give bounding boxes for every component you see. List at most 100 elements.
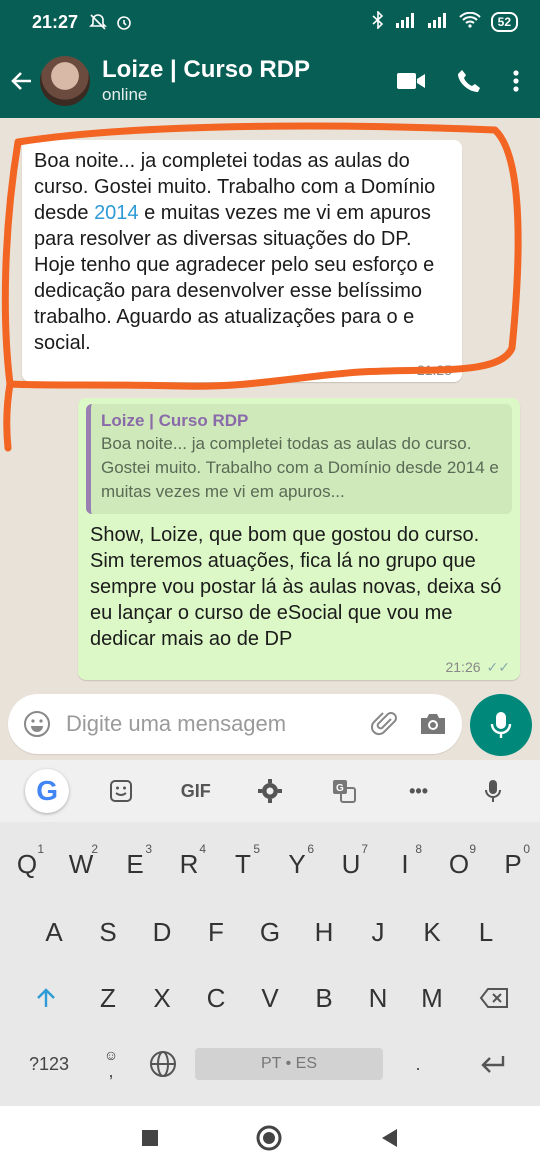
key-label: Y bbox=[288, 848, 306, 879]
chat-header: Loize | Curso RDP online bbox=[0, 44, 540, 118]
key-label: O bbox=[448, 848, 470, 879]
key-t[interactable]: T5 bbox=[216, 834, 270, 894]
voice-record-button[interactable] bbox=[470, 694, 532, 756]
key-hint: 9 bbox=[469, 842, 476, 856]
more-options-icon[interactable] bbox=[512, 69, 520, 93]
key-q[interactable]: Q1 bbox=[0, 834, 54, 894]
back-arrow-icon[interactable] bbox=[4, 63, 40, 99]
key-h[interactable]: H bbox=[297, 902, 351, 962]
outgoing-message-text: Show, Loize, que bom que gostou do curso… bbox=[90, 524, 502, 650]
key-c[interactable]: C bbox=[189, 968, 243, 1028]
key-z[interactable]: Z bbox=[81, 968, 135, 1028]
key-x[interactable]: X bbox=[135, 968, 189, 1028]
translate-icon[interactable]: G bbox=[322, 769, 366, 813]
incoming-message-text: Boa noite... ja completei todas as aulas… bbox=[34, 148, 450, 356]
quoted-sender: Loize | Curso RDP bbox=[101, 411, 249, 430]
key-b[interactable]: B bbox=[297, 968, 351, 1028]
key-m[interactable]: M bbox=[405, 968, 459, 1028]
header-actions bbox=[396, 68, 520, 94]
key-f[interactable]: F bbox=[189, 902, 243, 962]
backspace-icon bbox=[479, 988, 508, 1008]
key-label: W bbox=[68, 848, 94, 879]
chat-area[interactable]: Boa noite... ja completei todas as aulas… bbox=[0, 118, 540, 690]
key-o[interactable]: O9 bbox=[432, 834, 486, 894]
outgoing-meta: 21:26 ✓✓ bbox=[445, 659, 510, 676]
settings-gear-icon[interactable] bbox=[248, 769, 292, 813]
key-label: E bbox=[126, 848, 144, 879]
key-u[interactable]: U7 bbox=[324, 834, 378, 894]
gif-button[interactable]: GIF bbox=[174, 769, 218, 813]
microphone-icon bbox=[490, 712, 512, 738]
key-hint: 2 bbox=[91, 842, 98, 856]
contact-status: online bbox=[102, 85, 148, 104]
enter-key[interactable] bbox=[453, 1034, 533, 1094]
camera-icon[interactable] bbox=[416, 707, 450, 741]
incoming-message[interactable]: Boa noite... ja completei todas as aulas… bbox=[22, 140, 462, 382]
backspace-key[interactable] bbox=[459, 968, 529, 1028]
avatar[interactable] bbox=[40, 56, 90, 106]
key-label: P bbox=[504, 848, 522, 879]
alarm-icon bbox=[114, 12, 134, 32]
status-right: 52 bbox=[371, 9, 518, 34]
key-e[interactable]: E3 bbox=[108, 834, 162, 894]
language-globe-key[interactable] bbox=[131, 1034, 195, 1094]
attach-icon[interactable] bbox=[368, 707, 402, 741]
emoji-icon[interactable] bbox=[20, 707, 54, 741]
enter-arrow-icon bbox=[481, 1056, 505, 1073]
key-s[interactable]: S bbox=[81, 902, 135, 962]
key-k[interactable]: K bbox=[405, 902, 459, 962]
mute-icon bbox=[88, 12, 108, 32]
key-n[interactable]: N bbox=[351, 968, 405, 1028]
key-hint: 8 bbox=[415, 842, 422, 856]
key-row-4: ?123 ☺ , PT • ES . bbox=[0, 1034, 540, 1094]
back-triangle-icon[interactable] bbox=[379, 1127, 399, 1149]
signal-icon bbox=[395, 12, 417, 33]
message-text-part: e muitas vezes me vi em apuros para reso… bbox=[34, 202, 435, 354]
outgoing-message[interactable]: Loize | Curso RDP Boa noite... ja comple… bbox=[78, 398, 520, 680]
key-p[interactable]: P0 bbox=[486, 834, 540, 894]
key-i[interactable]: I8 bbox=[378, 834, 432, 894]
key-row-1: Q1 W2 E3 R4 T5 Y6 U7 I8 O9 P0 bbox=[0, 834, 540, 894]
more-dots-icon[interactable]: ••• bbox=[397, 769, 441, 813]
key-label: I bbox=[401, 848, 409, 879]
key-hint: 7 bbox=[361, 842, 368, 856]
key-r[interactable]: R4 bbox=[162, 834, 216, 894]
outgoing-time: 21:26 bbox=[445, 659, 481, 675]
message-input[interactable] bbox=[66, 711, 368, 737]
period-key[interactable]: . bbox=[383, 1034, 453, 1094]
space-bar[interactable]: PT • ES bbox=[195, 1048, 383, 1080]
voice-call-icon[interactable] bbox=[456, 68, 482, 94]
sticker-icon[interactable] bbox=[99, 769, 143, 813]
key-l[interactable]: L bbox=[459, 902, 513, 962]
key-v[interactable]: V bbox=[243, 968, 297, 1028]
phone-link[interactable]: 2014 bbox=[94, 202, 139, 224]
signal-icon-2 bbox=[427, 12, 449, 33]
contact-name: Loize | Curso RDP bbox=[102, 56, 311, 83]
comma-label: , bbox=[108, 1061, 114, 1081]
status-bar: 21:27 52 bbox=[0, 0, 540, 44]
key-row-3: Z X C V B N M bbox=[0, 968, 540, 1028]
key-label: T bbox=[235, 848, 251, 879]
bluetooth-icon bbox=[371, 9, 385, 34]
recents-square-icon[interactable] bbox=[141, 1129, 159, 1147]
quoted-message[interactable]: Loize | Curso RDP Boa noite... ja comple… bbox=[86, 404, 512, 514]
key-a[interactable]: A bbox=[27, 902, 81, 962]
battery-indicator: 52 bbox=[490, 12, 518, 32]
key-w[interactable]: W2 bbox=[54, 834, 108, 894]
system-navigation-bar bbox=[0, 1106, 540, 1170]
emoji-small-icon: ☺ bbox=[103, 1047, 119, 1063]
symbols-key[interactable]: ?123 bbox=[7, 1034, 91, 1094]
key-y[interactable]: Y6 bbox=[270, 834, 324, 894]
contact-info[interactable]: Loize | Curso RDP online bbox=[102, 56, 310, 106]
key-g[interactable]: G bbox=[243, 902, 297, 962]
key-j[interactable]: J bbox=[351, 902, 405, 962]
home-circle-icon[interactable] bbox=[255, 1124, 283, 1152]
google-search-icon[interactable]: G bbox=[25, 769, 70, 813]
emoji-comma-key[interactable]: ☺ , bbox=[91, 1034, 131, 1094]
key-label: R bbox=[179, 848, 199, 879]
key-d[interactable]: D bbox=[135, 902, 189, 962]
keyboard-mic-icon[interactable] bbox=[471, 769, 515, 813]
video-call-icon[interactable] bbox=[396, 70, 426, 92]
shift-key[interactable] bbox=[11, 968, 81, 1028]
key-label: U bbox=[341, 848, 361, 879]
